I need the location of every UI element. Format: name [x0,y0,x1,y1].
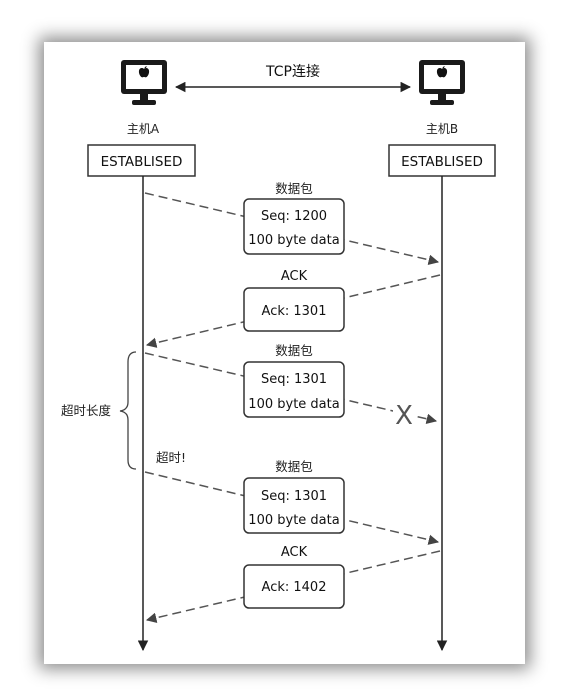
host-b-name: 主机B [426,122,458,136]
host-b-state: ESTABLISED [401,154,483,170]
message-4-line1: Seq: 1301 [261,489,327,504]
timeout-event-label: 超时! [156,450,186,465]
message-1-line1: Seq: 1200 [261,209,327,224]
host-a-name: 主机A [127,122,160,136]
message-3-title: 数据包 [275,343,313,358]
message-1-title: 数据包 [275,181,313,196]
message-3-line2: 100 byte data [248,397,339,412]
message-4-line2: 100 byte data [248,513,339,528]
host-a-computer-icon [121,60,167,105]
message-1-line2: 100 byte data [248,233,339,248]
message-2-title: ACK [281,269,308,284]
tcp-timeout-diagram: TCP连接 主机A 主机B ESTABLISED ESTABLISED 数据包 … [61,60,496,652]
message-3-line1: Seq: 1301 [261,372,327,387]
host-b-computer-icon [419,60,465,105]
message-4-title: 数据包 [275,459,313,474]
tcp-connection-label: TCP连接 [265,63,320,80]
diagram-stage: TCP连接 主机A 主机B ESTABLISED ESTABLISED 数据包 … [0,0,561,700]
message-2-line1: Ack: 1301 [262,304,327,319]
loss-mark: X [395,401,413,431]
timeout-span-label: 超时长度 [61,403,112,418]
timeout-brace [119,351,137,470]
message-5-title: ACK [281,545,308,560]
message-5-line1: Ack: 1402 [262,580,327,595]
host-a-state: ESTABLISED [101,154,183,170]
